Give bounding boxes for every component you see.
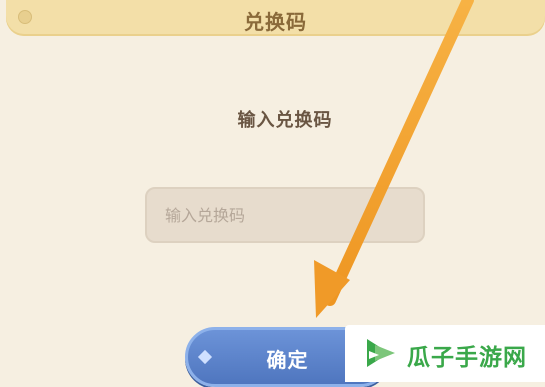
- melon-leaf-logo-icon: [367, 339, 395, 367]
- watermark: 瓜子手游网: [345, 325, 545, 382]
- redeem-code-dialog: 兑换码 输入兑换码 确定 瓜子手游网: [0, 0, 545, 387]
- watermark-text: 瓜子手游网: [407, 345, 527, 371]
